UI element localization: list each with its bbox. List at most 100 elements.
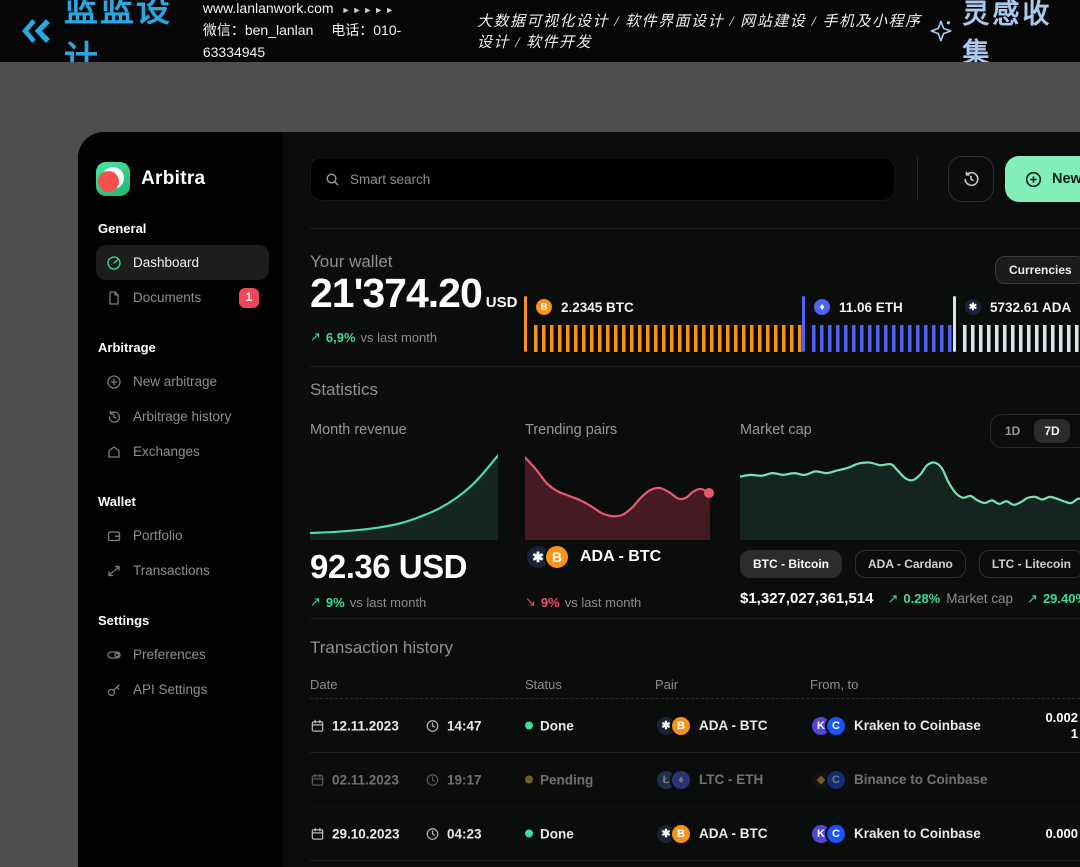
transaction-row[interactable]: 12.11.2023 14:47 Done ✱BADA - BTC KCKrak… <box>310 699 1080 753</box>
sidebar-item-new-arbitrage[interactable]: New arbitrage <box>96 364 269 399</box>
wallet-segment-bars <box>534 325 802 352</box>
desktop-background: Arbitra General DashboardDocuments1 Arbitr… <box>0 62 1080 867</box>
sidebar-item-preferences[interactable]: Preferences <box>96 637 269 672</box>
tx-amount: 0.000 <box>1045 826 1078 842</box>
new-arbitrage-button[interactable]: New arbitrage <box>1005 156 1080 202</box>
tx-status: Done <box>525 826 574 841</box>
plus-circle-icon <box>1025 171 1042 188</box>
tx-route: ◆CBinance to Coinbase <box>810 769 988 791</box>
plus-circle-icon <box>106 374 122 390</box>
wallet-icon <box>106 528 122 544</box>
tx-status: Pending <box>525 772 593 787</box>
up-arrow-icon: ↗ <box>310 594 321 610</box>
btc-coin-icon: B <box>534 297 554 317</box>
search-placeholder: Smart search <box>350 172 430 187</box>
range-chip-1m[interactable]: 1M <box>1074 419 1080 443</box>
section-divider <box>310 366 1080 367</box>
banner-wechat: 微信：ben_lanlan <box>203 22 314 38</box>
document-icon <box>106 290 122 306</box>
range-chip-1d[interactable]: 1D <box>995 419 1030 443</box>
sidebar-item-documents[interactable]: Documents1 <box>96 280 269 315</box>
wallet-allocation-chart: B2.2345 BTC ♦11.06 ETH ✱5732.61 ADA <box>524 296 1080 352</box>
sidebar-item-exchanges[interactable]: Exchanges <box>96 434 269 469</box>
section-divider <box>310 228 1080 229</box>
coinbase-coin-icon: C <box>825 823 847 845</box>
market-cap-stats: $1,327,027,361,514 ↗0.28% Market cap ↗29… <box>740 590 1080 607</box>
tx-pair: ✱BADA - BTC <box>655 823 768 845</box>
wallet-segment-eth: ♦11.06 ETH <box>802 296 953 352</box>
calendar-icon <box>310 718 325 733</box>
arbitra-app-window: Arbitra General DashboardDocuments1 Arbitr… <box>78 132 1080 867</box>
col-fromto: From, to <box>810 677 858 692</box>
sidebar-section-title: Settings <box>98 613 269 628</box>
tx-time: 19:17 <box>425 772 482 787</box>
wallet-segment-bars <box>812 325 953 352</box>
transaction-row[interactable]: 29.10.2023 04:23 Done ✱BADA - BTC KCKrak… <box>310 807 1080 861</box>
sidebar-section-title: Wallet <box>98 494 269 509</box>
transaction-row[interactable]: 02.11.2023 19:17 Pending Ł♦LTC - ETH ◆CB… <box>310 753 1080 807</box>
wallet-segment-label: B2.2345 BTC <box>534 296 802 318</box>
tx-date: 02.11.2023 <box>310 772 399 787</box>
trending-pairs-label: Trending pairs <box>525 422 715 438</box>
sidebar-section-title: Arbitrage <box>98 340 269 355</box>
arbitra-logo: Arbitra <box>96 162 269 196</box>
sidebar-item-dashboard[interactable]: Dashboard <box>96 245 269 280</box>
coin-tab-ltc[interactable]: LTC - Litecoin <box>979 550 1080 578</box>
sidebar-item-portfolio[interactable]: Portfolio <box>96 518 269 553</box>
btc-coin-icon: B <box>544 544 570 570</box>
wallet-change: ↗ 6,9% vs last month <box>310 329 437 345</box>
month-revenue-change: ↗ 9% vs last month <box>310 594 426 610</box>
month-revenue-value: 92.36 USD <box>310 548 467 586</box>
tx-pair: ✱BADA - BTC <box>655 715 768 737</box>
coinbase-coin-icon: C <box>825 715 847 737</box>
wallet-view-toggle: Currencies Exchanges <box>995 256 1080 284</box>
wallet-segment-label: ♦11.06 ETH <box>812 296 953 318</box>
wallet-segment-ada: ✱5732.61 ADA <box>953 296 1080 352</box>
banner-url[interactable]: www.lanlanwork.com <box>203 0 334 16</box>
arbitra-logo-icon <box>96 162 130 196</box>
trending-pairs-chart <box>525 452 710 540</box>
up-arrow-icon: ↗ <box>310 329 321 345</box>
sidebar-item-api-settings[interactable]: API Settings <box>96 672 269 707</box>
wallet-balance: 21'374.20USD <box>310 270 517 317</box>
calendar-icon <box>310 826 325 841</box>
clock-icon <box>425 718 440 733</box>
tx-status: Done <box>525 718 574 733</box>
sidebar-section: Arbitrage New arbitrageArbitrage historyE… <box>96 340 269 469</box>
clock-icon <box>425 826 440 841</box>
dashboard-icon <box>106 255 122 271</box>
banner-arrows: ►►►►► <box>342 5 397 15</box>
range-chip-7d[interactable]: 7D <box>1034 419 1069 443</box>
eth-coin-icon: ♦ <box>670 769 692 791</box>
tx-route: KCKraken to Coinbase <box>810 823 981 845</box>
wallet-title: Your wallet <box>310 252 393 272</box>
transaction-table: 12.11.2023 14:47 Done ✱BADA - BTC KCKrak… <box>310 699 1080 861</box>
history-button[interactable] <box>948 156 994 202</box>
market-cap-value: $1,327,027,361,514 <box>740 590 873 607</box>
wallet-segment-btc: B2.2345 BTC <box>524 296 802 352</box>
transaction-history-title: Transaction history <box>310 638 453 658</box>
search-icon <box>325 172 340 187</box>
col-date: Date <box>310 677 337 692</box>
tx-date: 29.10.2023 <box>310 826 400 841</box>
eth-coin-icon: ♦ <box>812 297 832 317</box>
coin-tab-btc[interactable]: BTC - Bitcoin <box>740 550 842 578</box>
coin-tab-ada[interactable]: ADA - Cardano <box>855 550 966 578</box>
market-cap-change: ↗0.28% <box>887 591 940 607</box>
market-cap-chart <box>740 452 1080 540</box>
search-input[interactable]: Smart search <box>310 157 895 201</box>
range-selector: 1D7D1M <box>990 414 1080 448</box>
sidebar-item-arbitrage-history[interactable]: Arbitrage history <box>96 399 269 434</box>
sidebar-item-transactions[interactable]: Transactions <box>96 553 269 588</box>
calendar-icon <box>310 772 325 787</box>
tx-amount: 0.0021 <box>1045 710 1078 742</box>
main-panel: Smart search New arbitrage Your wallet 2… <box>283 132 1080 867</box>
history-icon <box>106 409 122 425</box>
inspiration-collect[interactable]: 灵感收集 <box>929 0 1058 70</box>
sidebar-section-title: General <box>98 221 269 236</box>
wallet-segment-label: ✱5732.61 ADA <box>963 296 1080 318</box>
month-revenue-chart <box>310 452 498 540</box>
currencies-pill[interactable]: Currencies <box>995 256 1080 284</box>
trending-pair: ✱B ADA - BTC <box>525 544 661 570</box>
tx-date: 12.11.2023 <box>310 718 399 733</box>
